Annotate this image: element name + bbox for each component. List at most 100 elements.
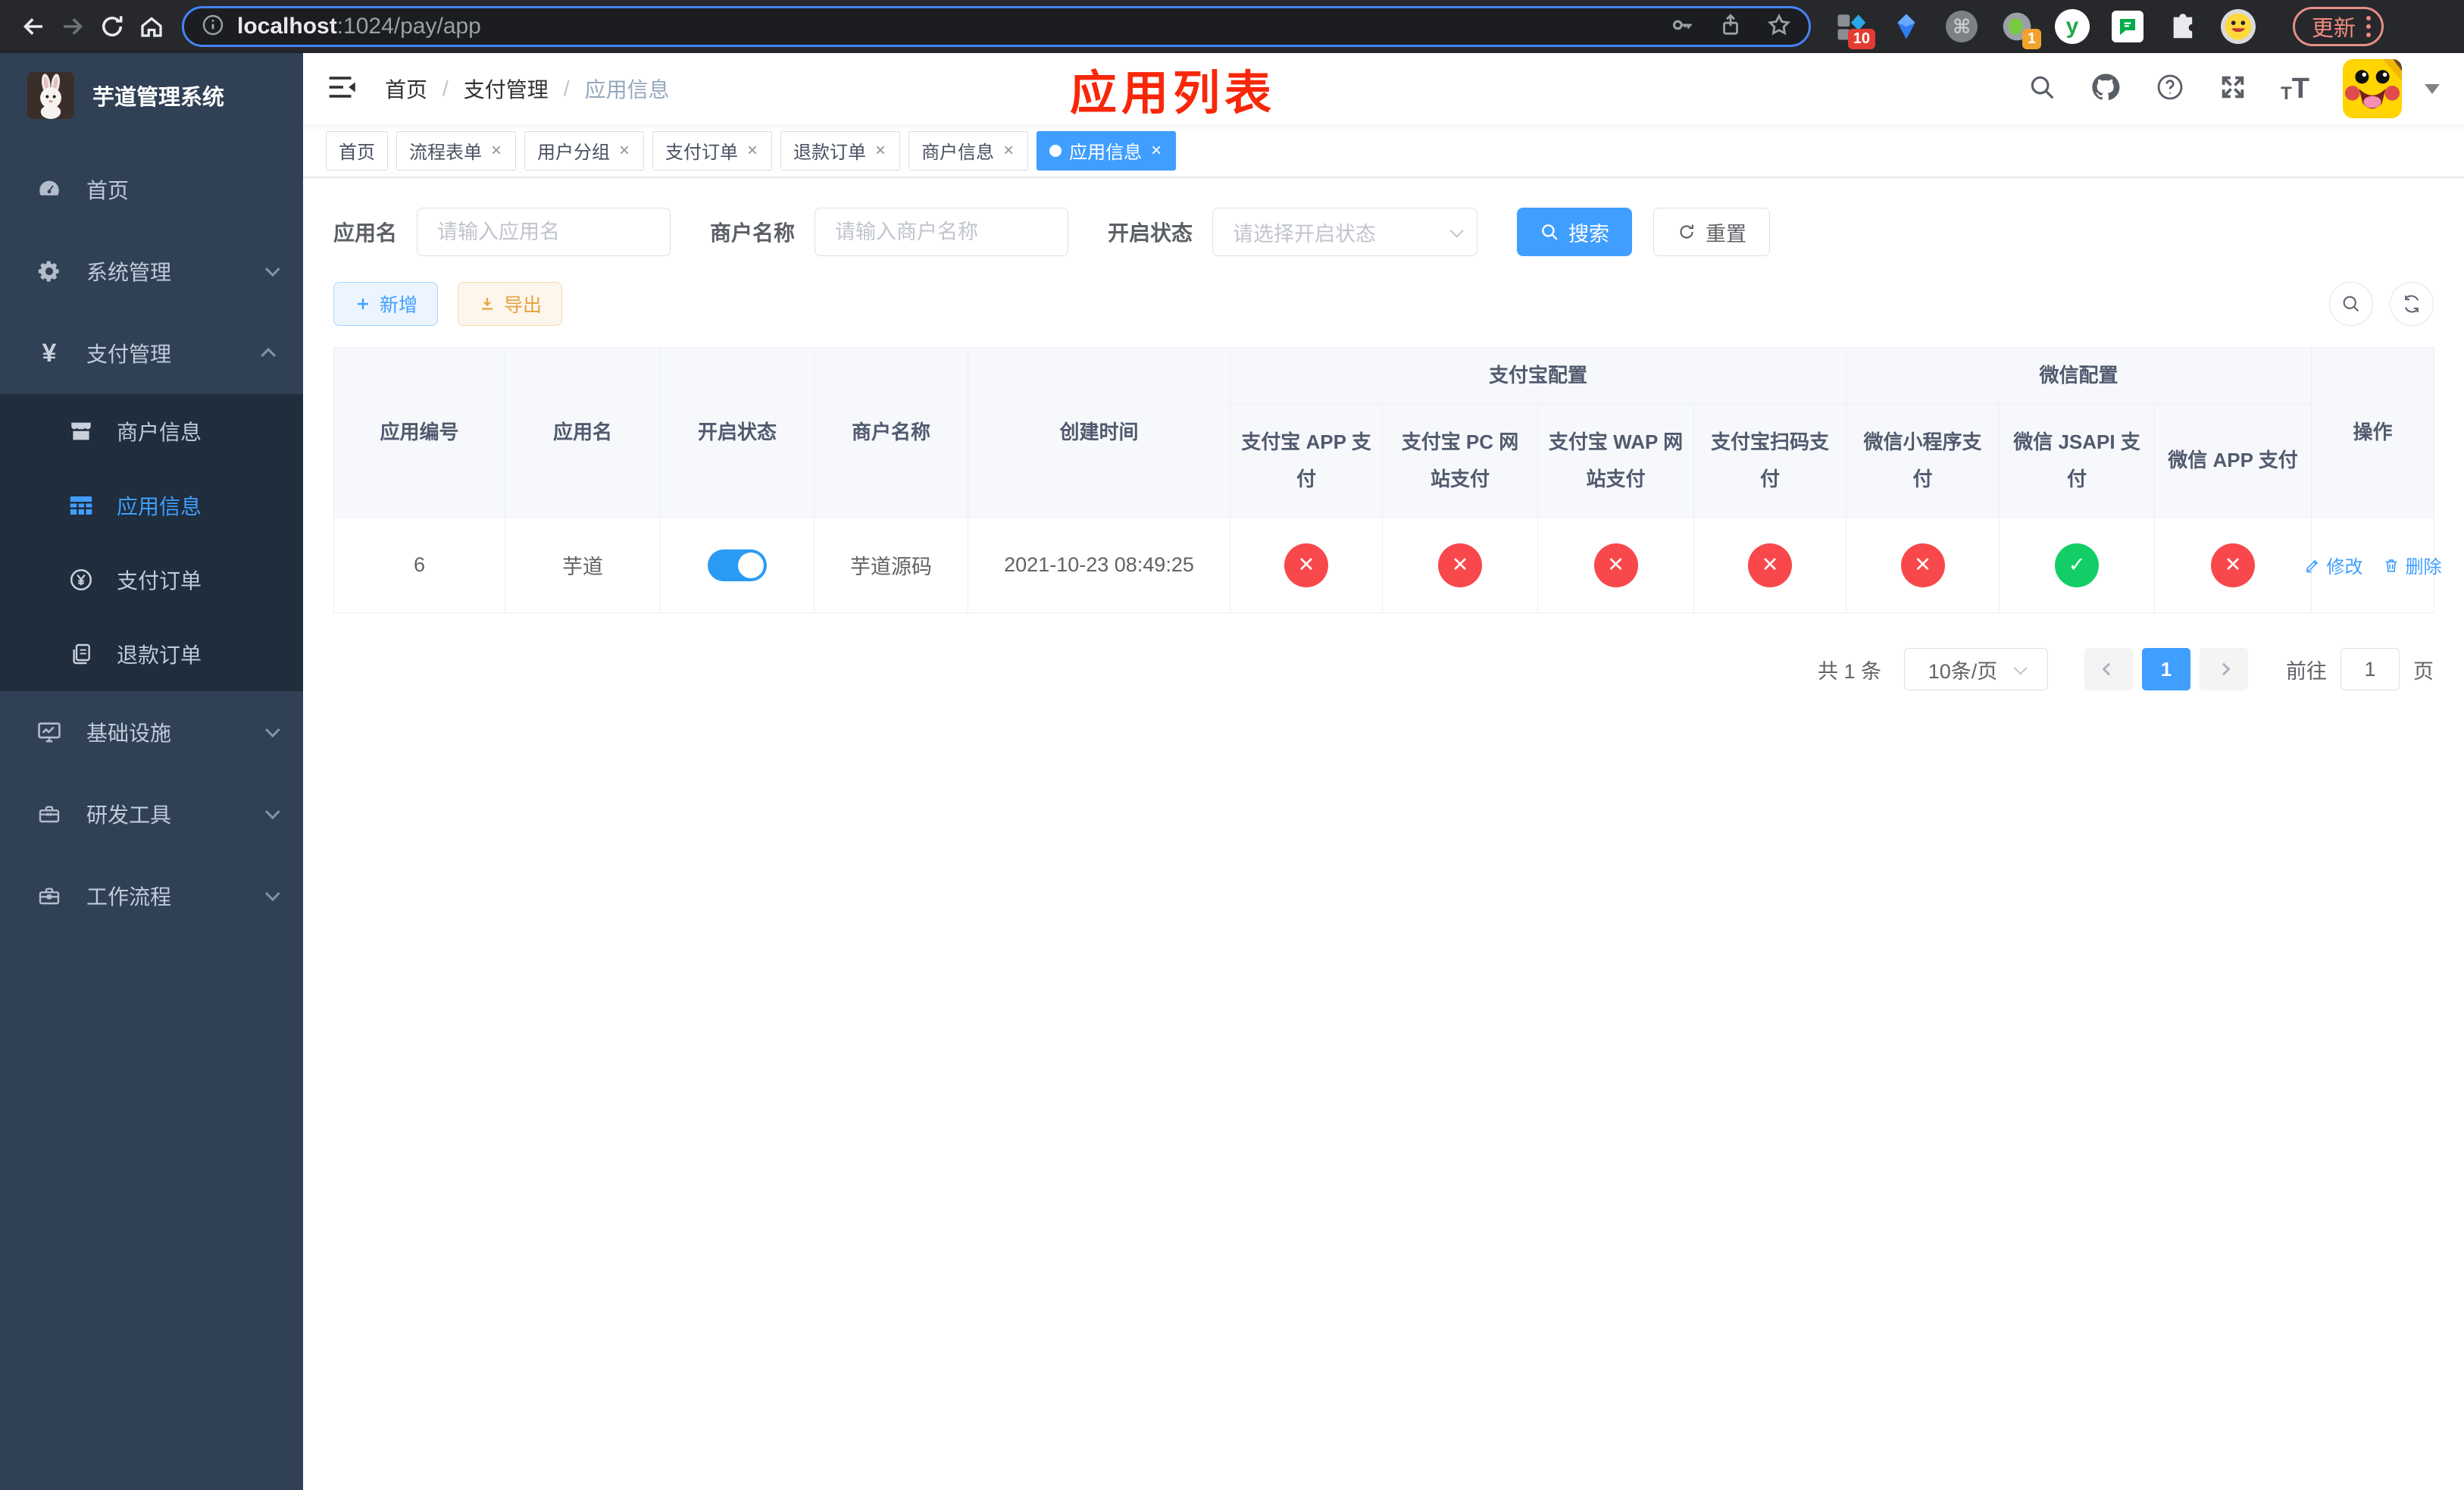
sidebar-item-dev-tools[interactable]: 研发工具 [0,773,303,855]
chevron-left-icon [2102,662,2115,676]
help-question-icon[interactable] [2155,72,2185,106]
url-path: :1024/pay/app [336,14,481,39]
sidebar-item-payment[interactable]: ¥ 支付管理 [0,312,303,394]
gem-extension-icon[interactable] [1889,9,1924,44]
breadcrumb-home[interactable]: 首页 [385,74,427,104]
command-extension-icon[interactable]: ⌘ [1944,9,1979,44]
app-name-input[interactable] [417,208,671,256]
sidebar: 芋道管理系统 首页 系统管理 ¥ 支付管理 商户信息 应用信息 支付订单 退款订… [0,53,303,1490]
alipay-qr-status-icon: ✕ [1748,543,1792,587]
site-info-icon[interactable] [201,13,225,41]
filter-form: 应用名 商户名称 开启状态 请选择开启状态 搜索 重置 [303,177,2464,256]
close-icon[interactable]: × [746,140,759,161]
github-icon[interactable] [2090,71,2122,107]
close-icon[interactable]: × [1002,140,1015,161]
goto-page-input[interactable] [2340,648,2400,690]
sidebar-item-label: 支付订单 [117,569,202,593]
add-button[interactable]: 新增 [333,282,439,326]
gear-icon [32,258,67,284]
download-icon [482,298,493,310]
prev-page-button[interactable] [2084,648,2133,690]
delete-link-label: 删除 [2405,557,2442,578]
browser-back-icon[interactable] [14,7,53,46]
tag-pay-order[interactable]: 支付订单 × [652,130,773,171]
close-icon[interactable]: × [618,140,631,161]
pagination: 共 1 条 10条/页 1 前往 页 [303,613,2464,690]
sidebar-item-merchant-info[interactable]: 商户信息 [0,394,303,468]
sidebar-item-refund-order[interactable]: 退款订单 [0,617,303,691]
tag-app-info-active[interactable]: 应用信息 × [1037,130,1177,171]
tag-label: 退款订单 [793,142,867,163]
merchant-name-input[interactable] [815,208,1069,256]
status-toggle[interactable] [708,549,767,581]
search-button[interactable]: 搜索 [1517,208,1633,256]
close-icon[interactable]: × [489,140,503,161]
pencil-icon [2306,559,2318,572]
profile-avatar-icon[interactable] [2221,9,2256,44]
chevron-down-icon [2013,660,2028,675]
tag-label: 流程表单 [409,142,482,163]
sidebar-logo[interactable]: 芋道管理系统 [0,53,303,138]
sidebar-item-system[interactable]: 系统管理 [0,230,303,312]
alipay-pc-status-icon: ✕ [1438,543,1482,587]
toggle-search-button[interactable] [2329,282,2373,326]
avatar-caret-icon[interactable] [2425,83,2440,94]
address-bar[interactable]: localhost:1024/pay/app [182,6,1811,47]
refresh-table-button[interactable] [2390,282,2434,326]
col-header-wechat-app: 微信 APP 支付 [2154,403,2312,518]
sidebar-item-label: 商户信息 [117,421,202,444]
browser-reload-icon[interactable] [92,7,132,46]
browser-update-button[interactable]: 更新 [2293,7,2384,46]
shop-icon [64,418,98,444]
tag-label: 首页 [339,142,375,163]
recorder-extension-icon[interactable]: 1 [2000,9,2041,49]
font-size-icon[interactable]: TT [2281,74,2309,103]
breadcrumb-separator: / [442,77,449,100]
close-icon[interactable]: × [1149,140,1163,161]
header-search-icon[interactable] [2028,73,2056,105]
tag-user-group[interactable]: 用户分组 × [524,130,645,171]
sidebar-item-home[interactable]: 首页 [0,149,303,230]
close-icon[interactable]: × [874,140,887,161]
status-select[interactable]: 请选择开启状态 [1212,208,1478,256]
share-icon[interactable] [1718,12,1743,42]
tag-merchant-info[interactable]: 商户信息 × [908,130,1029,171]
pagination-total: 共 1 条 [1817,659,1881,683]
breadcrumb-section[interactable]: 支付管理 [464,74,549,104]
fullscreen-icon[interactable] [2219,73,2247,105]
sidebar-item-workflow[interactable]: 工作流程 [0,855,303,937]
next-page-button[interactable] [2200,648,2248,690]
page-number-button[interactable]: 1 [2142,648,2190,690]
search-button-label: 搜索 [1568,222,1610,246]
user-avatar[interactable] [2343,59,2402,118]
edit-link[interactable]: 修改 [2304,552,2363,578]
cell-app-id: 6 [333,517,505,613]
browser-home-icon[interactable] [132,7,171,46]
browser-forward-icon[interactable] [53,7,92,46]
col-header-alipay-pc: 支付宝 PC 网站支付 [1382,403,1538,518]
sidebar-collapse-icon[interactable] [327,71,359,107]
chat-extension-icon[interactable] [2110,9,2145,44]
adblock-extension-icon[interactable]: 10 [1834,9,1875,49]
reset-button[interactable]: 重置 [1653,208,1771,256]
status-label: 开启状态 [1108,221,1193,245]
sidebar-item-label: 工作流程 [86,885,172,909]
table-toolbar: 新增 导出 [303,256,2464,347]
delete-link[interactable]: 删除 [2383,552,2442,578]
col-header-app-name: 应用名 [505,347,661,518]
tag-home[interactable]: 首页 [326,130,388,171]
sidebar-item-app-info[interactable]: 应用信息 [0,468,303,543]
extensions-puzzle-icon[interactable] [2165,9,2200,44]
app-shell: 芋道管理系统 首页 系统管理 ¥ 支付管理 商户信息 应用信息 支付订单 退款订… [0,53,2464,1490]
sidebar-item-infrastructure[interactable]: 基础设施 [0,691,303,773]
tag-refund-order[interactable]: 退款订单 × [780,130,901,171]
page-size-select[interactable]: 10条/页 [1904,648,2048,690]
vue-devtools-extension-icon[interactable]: y [2055,9,2090,44]
bookmark-star-icon[interactable] [1766,12,1792,42]
browser-menu-icon[interactable] [2366,16,2372,37]
export-button[interactable]: 导出 [458,282,563,326]
password-key-icon[interactable] [1669,12,1695,42]
sidebar-item-label: 首页 [86,179,130,202]
tag-process-form[interactable]: 流程表单 × [396,130,517,171]
sidebar-item-pay-order[interactable]: 支付订单 [0,543,303,617]
